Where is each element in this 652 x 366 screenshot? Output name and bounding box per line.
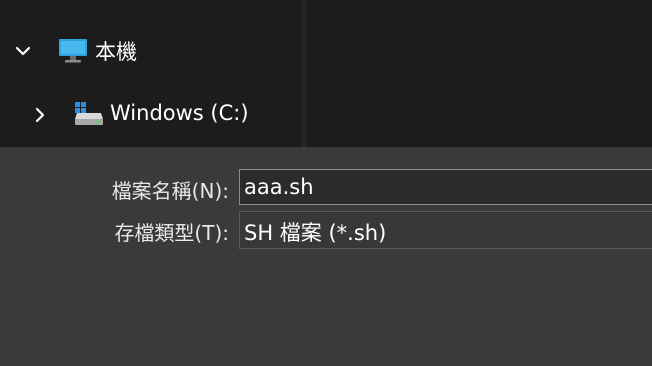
chevron-right-icon[interactable] xyxy=(30,105,50,125)
chevron-down-icon[interactable] xyxy=(13,41,33,61)
filetype-label: 存檔類型(T): xyxy=(114,221,229,245)
tree-item-label: 本機 xyxy=(95,40,137,64)
file-list-pane[interactable] xyxy=(306,0,652,147)
drive-icon xyxy=(75,102,103,125)
tree-item-label: Windows (C:) xyxy=(110,101,249,125)
filename-label: 檔案名稱(N): xyxy=(111,179,229,203)
filetype-select[interactable]: SH 檔案 (*.sh) xyxy=(239,211,652,249)
tree-item-windows-c[interactable]: Windows (C:) xyxy=(0,95,300,135)
save-dialog: 本機 Windows (C:) 檔案名稱(N): aaa.sh 存檔類型(T):… xyxy=(0,0,652,366)
filetype-row: 存檔類型(T): SH 檔案 (*.sh) xyxy=(0,211,652,249)
tree-item-this-pc[interactable]: 本機 xyxy=(0,31,300,71)
computer-icon xyxy=(59,39,87,63)
filename-input[interactable]: aaa.sh xyxy=(239,169,652,205)
navigation-pane: 本機 Windows (C:) xyxy=(0,0,302,147)
filename-row: 檔案名稱(N): aaa.sh xyxy=(0,169,652,207)
